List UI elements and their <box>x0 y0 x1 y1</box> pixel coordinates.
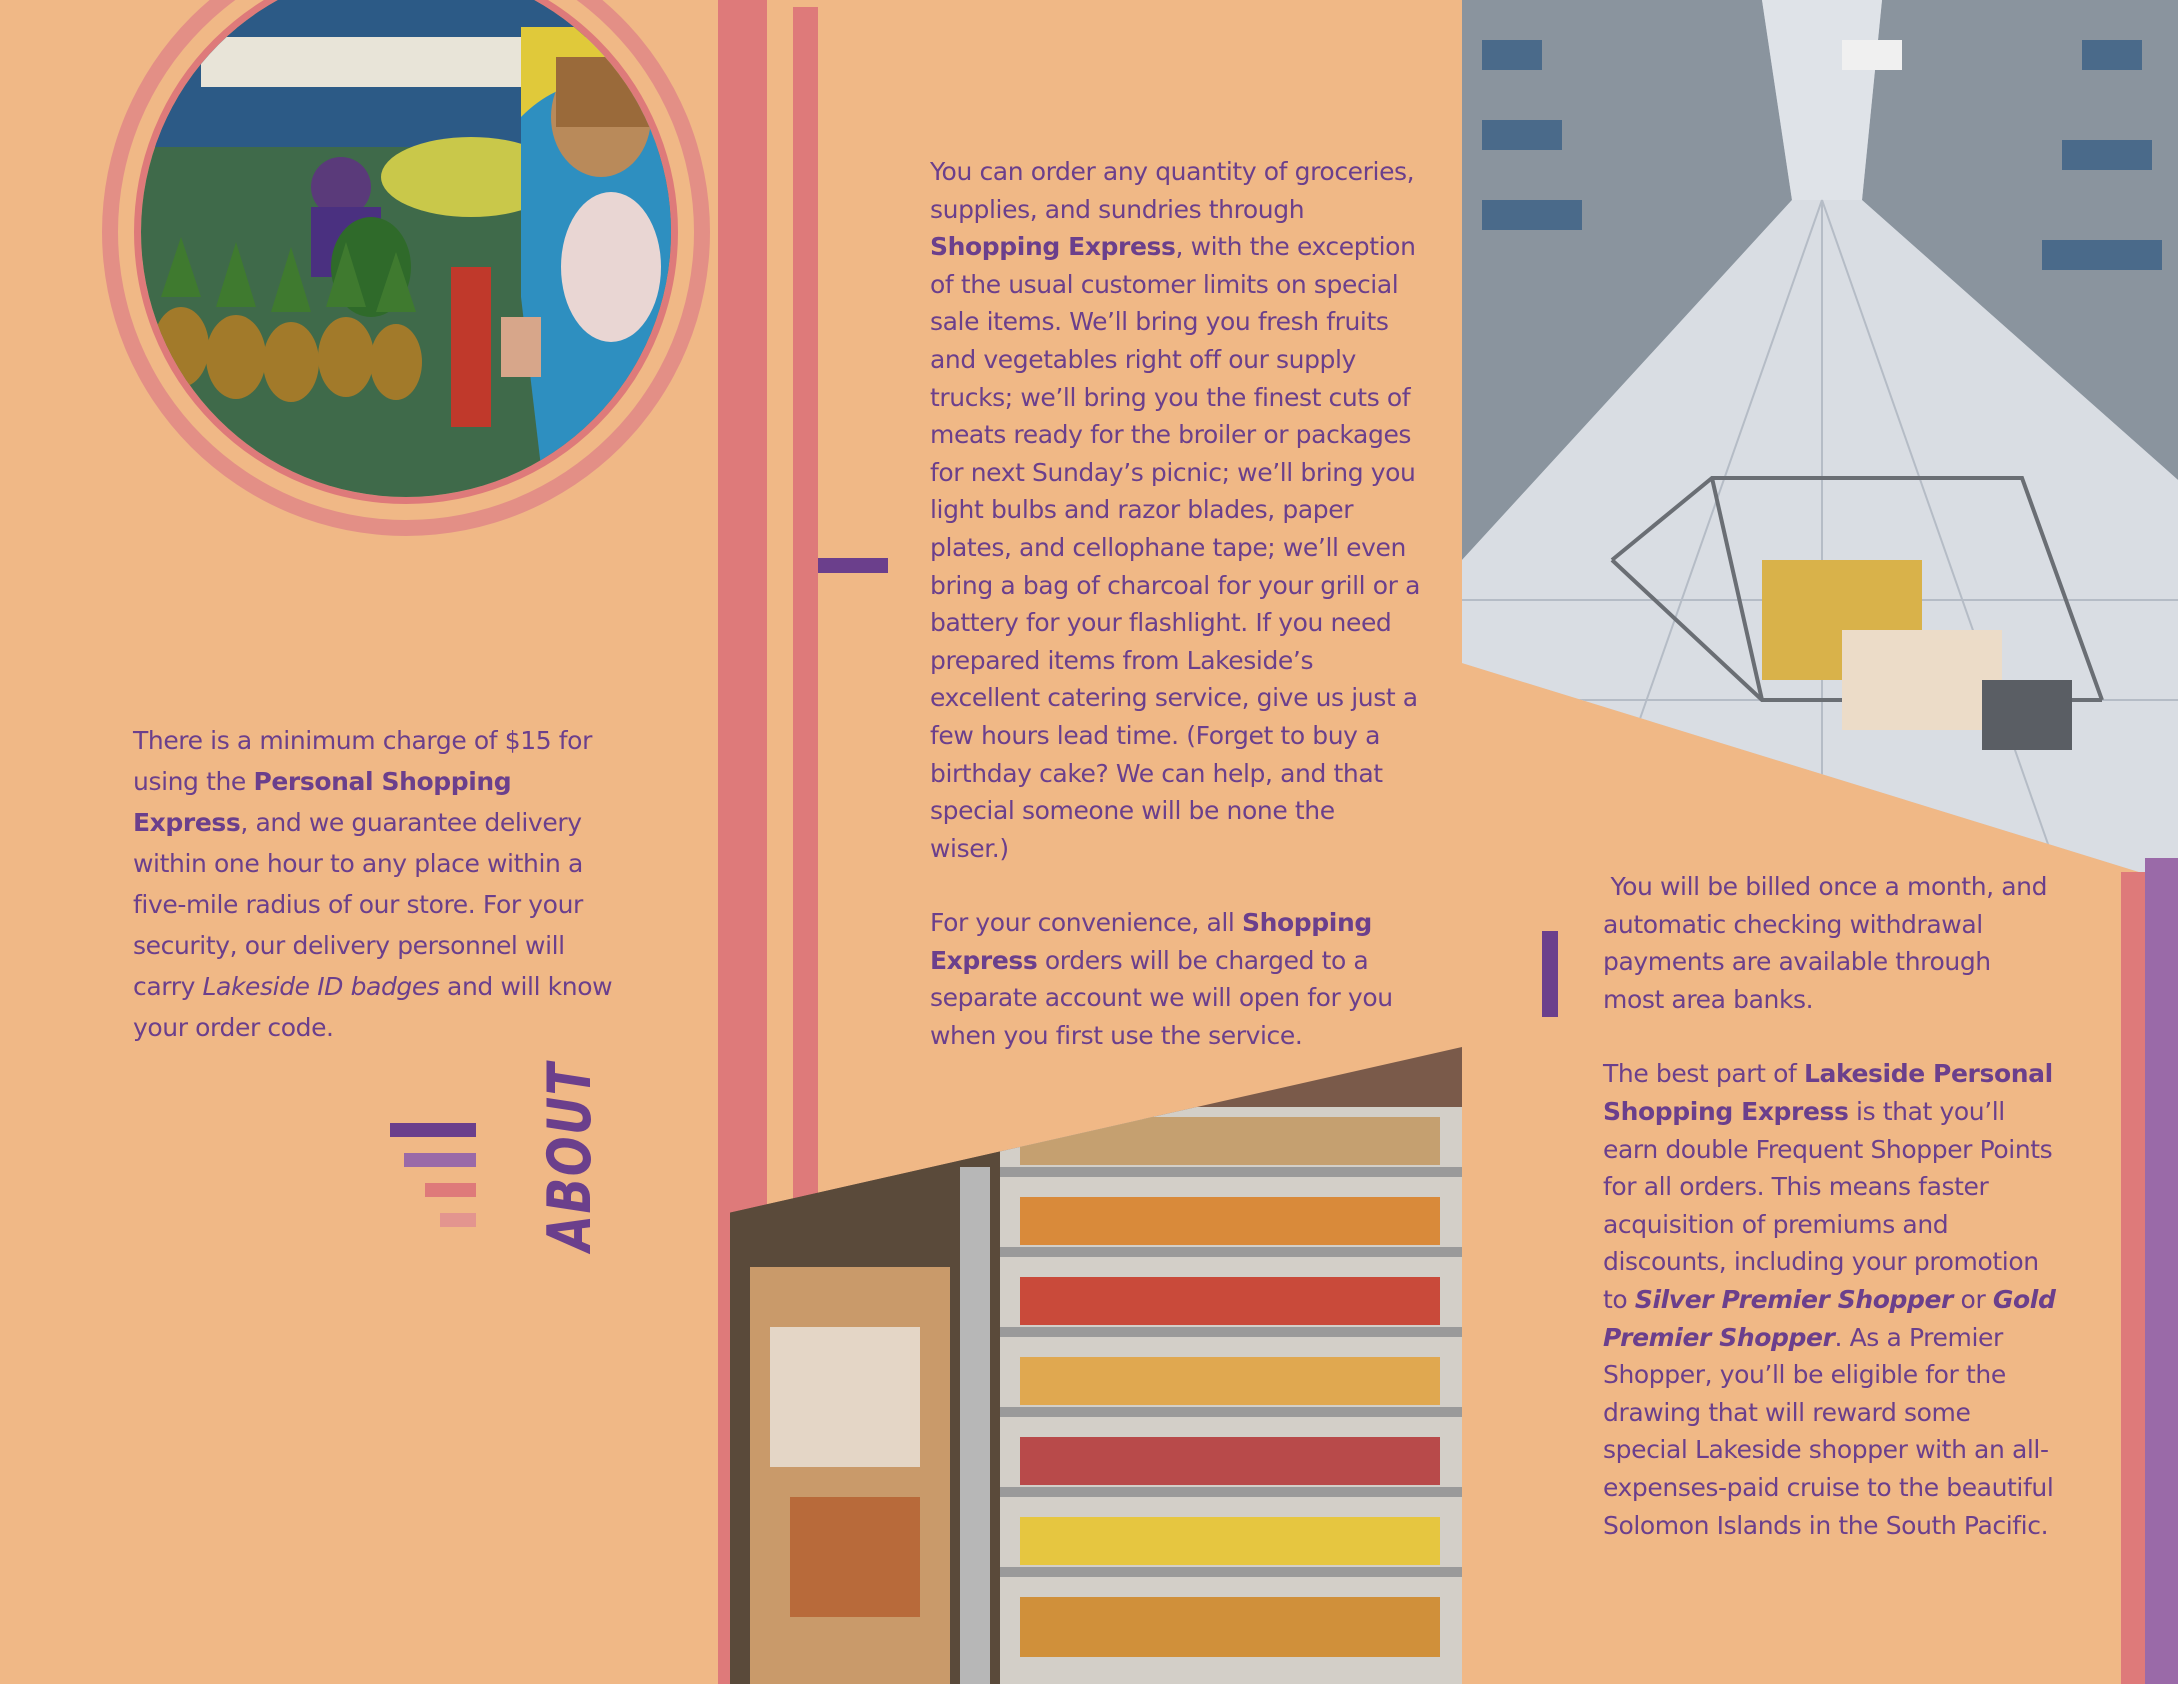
left-paragraph: There is a minimum charge of $15 for usi… <box>133 720 623 1048</box>
best-part-paragraph: The best part of Lakeside Personal Shopp… <box>1603 1055 2058 1544</box>
right-edge-stripe-pink <box>2121 872 2145 1684</box>
about-heading: ABOUT <box>530 1062 610 1278</box>
supermarket-aisle-image <box>1462 0 2178 884</box>
paragraph-text: . As a Premier Shopper, you’ll be eligib… <box>1603 1322 2054 1540</box>
right-accent-marker <box>1542 931 1558 1017</box>
silver-tier-name: Silver Premier Shopper <box>1634 1284 1954 1314</box>
min-charge-paragraph: There is a minimum charge of $15 for usi… <box>133 720 623 1048</box>
middle-text: You can order any quantity of groceries,… <box>930 153 1420 1055</box>
service-name-bold: Shopping Express <box>930 232 1176 262</box>
step-bar-3 <box>425 1183 476 1197</box>
step-bar-4 <box>440 1213 476 1227</box>
paragraph-text: , with the exception of the usual custom… <box>930 232 1421 863</box>
convenience-paragraph: For your convenience, all Shopping Expre… <box>930 904 1420 1054</box>
paragraph-text: is that you’ll earn double Frequent Shop… <box>1603 1096 2053 1314</box>
divider-accent-horizontal <box>818 558 888 573</box>
right-text: You will be billed once a month, and aut… <box>1603 868 2058 1544</box>
order-paragraph: You can order any quantity of groceries,… <box>930 153 1420 867</box>
paragraph-text: The best part of <box>1603 1059 1804 1089</box>
store-shelves-photo <box>730 1047 1462 1684</box>
right-edge-stripe-purple <box>2145 858 2178 1684</box>
paragraph-text: or <box>1953 1284 1993 1314</box>
about-heading-text: ABOUT <box>535 1061 605 1252</box>
supermarket-aisle-photo <box>1462 0 2178 884</box>
paragraph-text: For your convenience, all <box>930 908 1243 938</box>
step-bar-1 <box>390 1123 476 1137</box>
step-bar-2 <box>404 1153 476 1167</box>
id-badges-italic: Lakeside ID badges <box>202 972 440 1001</box>
billing-paragraph: You will be billed once a month, and aut… <box>1603 872 2055 1014</box>
divider-bar-narrow <box>793 7 818 1257</box>
paragraph-text: You can order any quantity of groceries,… <box>930 157 1415 224</box>
store-shelves-image <box>730 1047 1462 1684</box>
